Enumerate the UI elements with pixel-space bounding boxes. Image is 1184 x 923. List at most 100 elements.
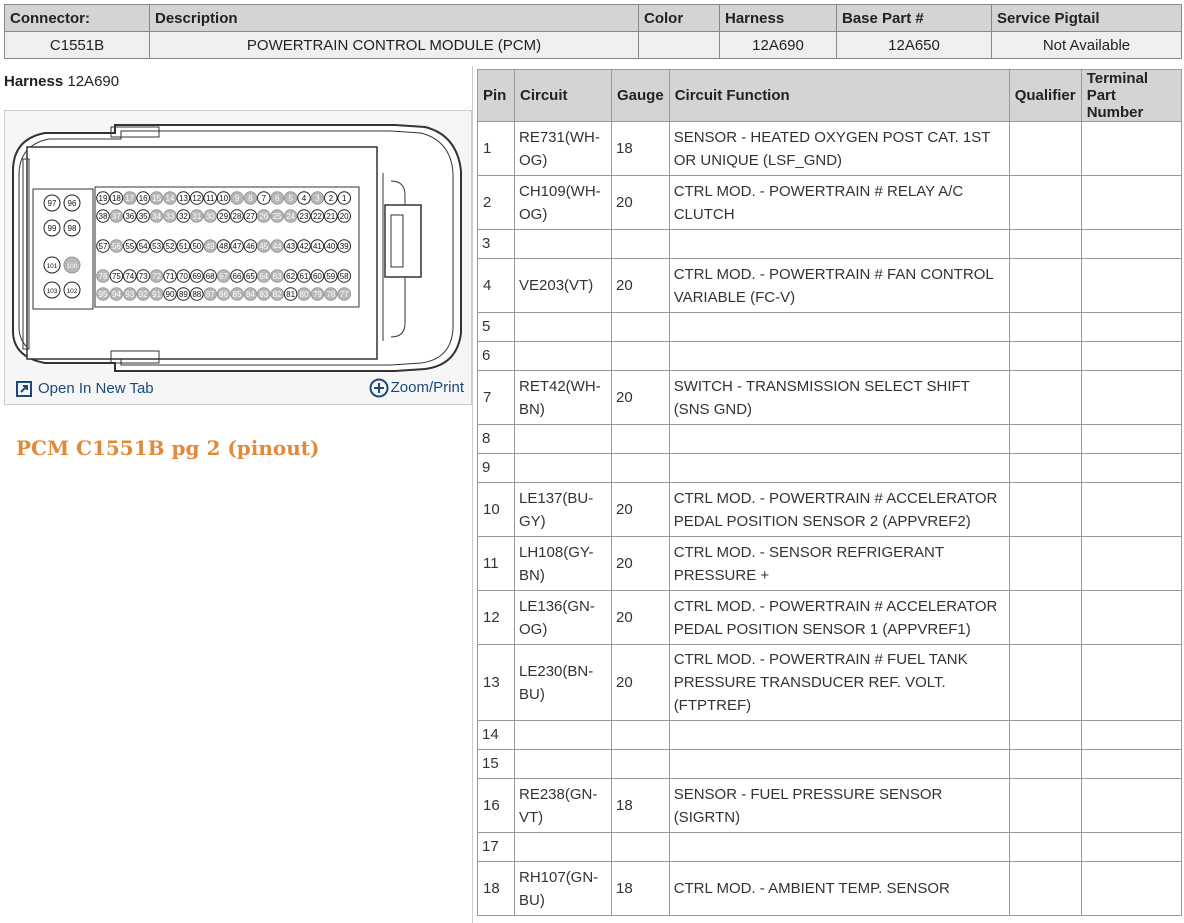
wire-gauge: 20 <box>611 644 670 721</box>
connector-pin-label: 2 <box>329 194 334 203</box>
connector-pin-label: 37 <box>112 212 121 221</box>
header-qualifier: Qualifier <box>1008 69 1082 122</box>
diagram-links: Open In New Tab Zoom/Print <box>4 372 470 402</box>
connector-pin-label: 18 <box>112 194 121 203</box>
connector-id: C1551B <box>4 31 150 59</box>
connector-pin-label: 19 <box>99 194 108 203</box>
connector-pin-label: 69 <box>192 272 201 281</box>
wire-gauge: 20 <box>611 482 670 537</box>
connector-pin-label: 97 <box>48 199 57 208</box>
connector-pin-label: 98 <box>68 224 77 233</box>
connector-pin-label: 51 <box>179 242 188 251</box>
connector-pin-label: 16 <box>139 194 148 203</box>
connector-pin-label: 96 <box>68 199 77 208</box>
circuit-function: CTRL MOD. - SENSOR REFRIGERANT PRESSURE … <box>668 536 1010 591</box>
qualifier <box>1008 590 1082 645</box>
circuit-code: LE137(BU-GY) <box>514 482 612 537</box>
connector-pin-label: 56 <box>112 242 121 251</box>
pin-header-row: Pin Circuit Gauge Circuit Function Quali… <box>477 69 1183 122</box>
pin-number: 8 <box>477 424 515 454</box>
connector-pin-label: 25 <box>273 212 282 221</box>
circuit-function <box>668 424 1010 454</box>
terminal-part-number <box>1080 832 1183 862</box>
connector-pin-label: 23 <box>300 212 309 221</box>
table-row: 11 LH108(GY-BN) 20 CTRL MOD. - SENSOR REFRI… <box>477 536 1183 591</box>
connector-pin-label: 47 <box>233 242 242 251</box>
circuit-code <box>514 720 612 750</box>
connector-pin-label: 74 <box>125 272 134 281</box>
terminal-part-number <box>1080 644 1183 721</box>
pin-number: 13 <box>477 644 515 721</box>
zoom-print-link[interactable]: Zoom/Print <box>369 378 464 398</box>
connector-diagram-frame[interactable]: 19 18 17 16 15 14 13 12 11 10 9 8 7 6 5 4 3 2 1 38 37 36 35 34 3… <box>4 110 472 405</box>
table-row: 6 <box>477 341 1183 371</box>
connector-pin-label: 64 <box>259 272 268 281</box>
connector-pin-label: 15 <box>152 194 161 203</box>
connector-pin-label: 65 <box>246 272 255 281</box>
connector-pin-label: 5 <box>288 194 293 203</box>
circuit-function: CTRL MOD. - AMBIENT TEMP. SENSOR <box>668 861 1010 916</box>
connector-pin-label: 13 <box>179 194 188 203</box>
connector-pin-label: 45 <box>259 242 268 251</box>
qualifier <box>1008 749 1082 779</box>
qualifier <box>1008 453 1082 483</box>
open-in-new-tab-label: Open In New Tab <box>38 380 154 397</box>
connector-pin-label: 20 <box>340 212 349 221</box>
terminal-part-number <box>1080 341 1183 371</box>
connector-pin-label: 55 <box>125 242 134 251</box>
connector-base-part: 12A650 <box>836 31 992 59</box>
connector-pin-label: 42 <box>300 242 309 251</box>
connector-pin-label: 75 <box>112 272 121 281</box>
terminal-part-number <box>1080 175 1183 230</box>
circuit-code: CH109(WH-OG) <box>514 175 612 230</box>
connector-pin-label: 76 <box>99 272 108 281</box>
table-row: 17 <box>477 832 1183 862</box>
terminal-part-number <box>1080 312 1183 342</box>
connector-pin-label: 24 <box>286 212 295 221</box>
table-row: 2 CH109(WH-OG) 20 CTRL MOD. - POWERTRAIN # … <box>477 175 1183 230</box>
connector-pin-label: 78 <box>326 290 335 299</box>
table-row: 7 RET42(WH-BN) 20 SWITCH - TRANSMISSION SEL… <box>477 370 1183 425</box>
connector-description: POWERTRAIN CONTROL MODULE (PCM) <box>149 31 639 59</box>
connector-pin-label: 21 <box>326 212 335 221</box>
pin-number: 9 <box>477 453 515 483</box>
terminal-part-number <box>1080 590 1183 645</box>
connector-color <box>638 31 720 59</box>
table-row: 13 LE230(BN-BU) 20 CTRL MOD. - POWERTRAIN #… <box>477 644 1183 721</box>
harness-value: 12A690 <box>67 73 120 90</box>
circuit-function: SENSOR - FUEL PRESSURE SENSOR (SIGRTN) <box>668 778 1010 833</box>
connector-pin-label: 79 <box>313 290 322 299</box>
qualifier <box>1008 370 1082 425</box>
terminal-part-number <box>1080 720 1183 750</box>
connector-diagram[interactable]: 19 18 17 16 15 14 13 12 11 10 9 8 7 6 5 4 3 2 138 37 36 35 34 3… <box>5 111 471 373</box>
circuit-code: RET42(WH-BN) <box>514 370 612 425</box>
qualifier <box>1008 644 1082 721</box>
connector-pin-label: 28 <box>233 212 242 221</box>
connector-pin-label: 83 <box>259 290 268 299</box>
connector-pin-label: 9 <box>235 194 240 203</box>
wire-gauge <box>611 720 670 750</box>
circuit-code <box>514 229 612 259</box>
connector-pin-label: 17 <box>125 194 134 203</box>
pin-number: 4 <box>477 258 515 313</box>
open-in-new-tab-link[interactable]: Open In New Tab <box>16 380 154 398</box>
pin-number: 12 <box>477 590 515 645</box>
wire-gauge: 20 <box>611 590 670 645</box>
wire-gauge: 20 <box>611 536 670 591</box>
connector-pin-label: 61 <box>300 272 309 281</box>
connector-pin-label: 85 <box>233 290 242 299</box>
connector-pin-label: 12 <box>192 194 201 203</box>
connector-pin-label: 39 <box>340 242 349 251</box>
connector-pin-label: 70 <box>179 272 188 281</box>
circuit-code <box>514 424 612 454</box>
circuit-function <box>668 720 1010 750</box>
table-row: 12 LE136(GN-OG) 20 CTRL MOD. - POWERTRAIN #… <box>477 590 1183 645</box>
pin-number: 10 <box>477 482 515 537</box>
wire-gauge <box>611 312 670 342</box>
terminal-part-number <box>1080 778 1183 833</box>
header-color: Color <box>638 4 720 32</box>
terminal-part-number <box>1080 229 1183 259</box>
connector-pin-label: 92 <box>139 290 148 299</box>
connector-pin-label: 95 <box>99 290 108 299</box>
wire-gauge: 20 <box>611 370 670 425</box>
